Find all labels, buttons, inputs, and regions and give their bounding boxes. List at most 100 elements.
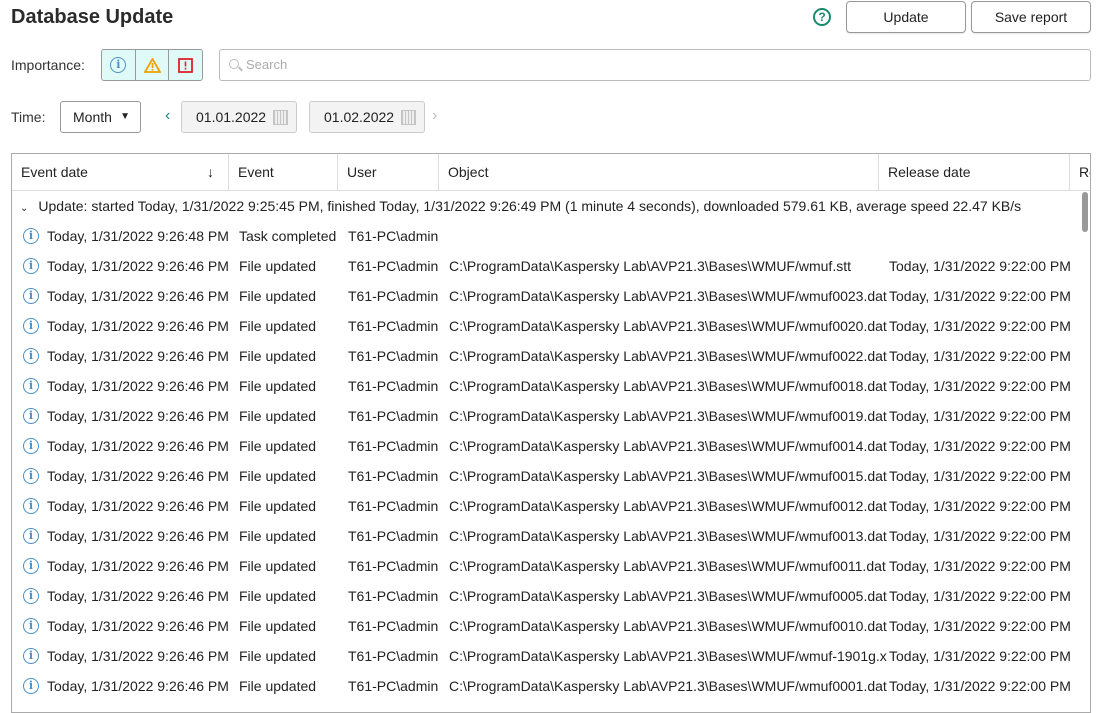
page-title: Database Update: [11, 6, 174, 28]
cell-event: File updated: [239, 318, 317, 334]
info-icon: i: [23, 258, 39, 274]
column-user[interactable]: User: [338, 154, 439, 190]
help-icon[interactable]: ?: [813, 8, 831, 26]
column-object[interactable]: Object: [439, 154, 879, 190]
cell-release-date: Today, 1/31/2022 9:22:00 PM: [889, 468, 1071, 484]
calendar-icon[interactable]: [401, 110, 416, 125]
table-row[interactable]: i Today, 1/31/2022 9:26:46 PM File updated…: [12, 431, 1082, 461]
search-input[interactable]: Search: [219, 49, 1091, 81]
cell-event: File updated: [239, 528, 317, 544]
cell-object: C:\ProgramData\Kaspersky Lab\AVP21.3\Bas…: [449, 528, 887, 544]
cell-event-date: Today, 1/31/2022 9:26:46 PM: [47, 678, 229, 694]
info-icon: i: [23, 318, 39, 334]
info-icon: i: [110, 57, 127, 73]
cell-user: T61-PC\admin: [348, 558, 439, 574]
table-row[interactable]: i Today, 1/31/2022 9:26:46 PM File updated…: [12, 491, 1082, 521]
table-row[interactable]: i Today, 1/31/2022 9:26:46 PM File updated…: [12, 611, 1082, 641]
column-label: Event date: [21, 164, 88, 180]
error-filter-toggle[interactable]: [169, 50, 202, 80]
cell-object: C:\ProgramData\Kaspersky Lab\AVP21.3\Bas…: [449, 378, 887, 394]
info-icon: i: [23, 468, 39, 484]
table-row[interactable]: i Today, 1/31/2022 9:26:46 PM File updated…: [12, 281, 1082, 311]
info-icon: i: [23, 678, 39, 694]
warning-filter-toggle[interactable]: [136, 50, 170, 80]
chevron-down-icon[interactable]: ⌄: [20, 203, 28, 214]
cell-release-date: Today, 1/31/2022 9:22:00 PM: [889, 648, 1071, 664]
table-row[interactable]: i Today, 1/31/2022 9:26:46 PM File updated…: [12, 521, 1082, 551]
cell-object: C:\ProgramData\Kaspersky Lab\AVP21.3\Bas…: [449, 648, 887, 664]
cell-release-date: Today, 1/31/2022 9:22:00 PM: [889, 378, 1071, 394]
cell-user: T61-PC\admin: [348, 678, 439, 694]
cell-user: T61-PC\admin: [348, 408, 439, 424]
error-icon: [178, 57, 194, 73]
table-row[interactable]: i Today, 1/31/2022 9:26:46 PM File updated…: [12, 401, 1082, 431]
cell-user: T61-PC\admin: [348, 258, 439, 274]
cell-event-date: Today, 1/31/2022 9:26:46 PM: [47, 288, 229, 304]
table-row[interactable]: i Today, 1/31/2022 9:26:46 PM File updated…: [12, 671, 1082, 701]
date-from-field[interactable]: 01.01.2022: [181, 101, 297, 133]
column-truncated[interactable]: Re: [1070, 154, 1090, 190]
cell-event: File updated: [239, 678, 317, 694]
info-icon: i: [23, 408, 39, 424]
table-row[interactable]: i Today, 1/31/2022 9:26:46 PM File updated…: [12, 371, 1082, 401]
cell-event-date: Today, 1/31/2022 9:26:46 PM: [47, 378, 229, 394]
cell-object: C:\ProgramData\Kaspersky Lab\AVP21.3\Bas…: [449, 678, 887, 694]
cell-release-date: Today, 1/31/2022 9:22:00 PM: [889, 318, 1071, 334]
cell-release-date: Today, 1/31/2022 9:22:00 PM: [889, 288, 1071, 304]
table-body: i Today, 1/31/2022 9:26:48 PM Task complet…: [12, 221, 1082, 701]
cell-object: C:\ProgramData\Kaspersky Lab\AVP21.3\Bas…: [449, 408, 887, 424]
table-row[interactable]: i Today, 1/31/2022 9:26:46 PM File updated…: [12, 641, 1082, 671]
cell-object: C:\ProgramData\Kaspersky Lab\AVP21.3\Bas…: [449, 498, 887, 514]
info-icon: i: [23, 498, 39, 514]
cell-event: File updated: [239, 648, 317, 664]
table-row[interactable]: i Today, 1/31/2022 9:26:46 PM File updated…: [12, 311, 1082, 341]
cell-object: C:\ProgramData\Kaspersky Lab\AVP21.3\Bas…: [449, 468, 887, 484]
save-report-button[interactable]: Save report: [971, 1, 1091, 33]
date-to-field[interactable]: 01.02.2022: [309, 101, 425, 133]
table-header: Event date ↓ Event User Object Release da…: [12, 154, 1090, 191]
table-row[interactable]: i Today, 1/31/2022 9:26:46 PM File updated…: [12, 251, 1082, 281]
cell-user: T61-PC\admin: [348, 228, 439, 244]
cell-event: File updated: [239, 468, 317, 484]
table-row[interactable]: i Today, 1/31/2022 9:26:46 PM File updated…: [12, 341, 1082, 371]
table-row[interactable]: i Today, 1/31/2022 9:26:48 PM Task complet…: [12, 221, 1082, 251]
cell-event: File updated: [239, 438, 317, 454]
search-icon: [229, 59, 239, 69]
events-table: Event date ↓ Event User Object Release da…: [11, 153, 1091, 713]
cell-user: T61-PC\admin: [348, 648, 439, 664]
column-event-date[interactable]: Event date ↓: [12, 154, 229, 190]
table-row[interactable]: i Today, 1/31/2022 9:26:46 PM File updated…: [12, 461, 1082, 491]
cell-event: Task completed: [239, 228, 337, 244]
update-group-row[interactable]: ⌄ Update: started Today, 1/31/2022 9:25:4…: [20, 198, 1021, 214]
info-icon: i: [23, 588, 39, 604]
update-button[interactable]: Update: [846, 1, 966, 33]
cell-object: C:\ProgramData\Kaspersky Lab\AVP21.3\Bas…: [449, 588, 887, 604]
group-summary: Update: started Today, 1/31/2022 9:25:45…: [38, 198, 1022, 214]
cell-event: File updated: [239, 348, 317, 364]
search-placeholder: Search: [246, 57, 288, 72]
calendar-icon[interactable]: [273, 110, 288, 125]
info-filter-toggle[interactable]: i: [102, 50, 136, 80]
cell-event-date: Today, 1/31/2022 9:26:46 PM: [47, 498, 229, 514]
cell-event-date: Today, 1/31/2022 9:26:46 PM: [47, 408, 229, 424]
date-to-value: 01.02.2022: [324, 109, 395, 125]
importance-filter: i: [101, 49, 203, 81]
cell-user: T61-PC\admin: [348, 438, 439, 454]
column-release-date[interactable]: Release date: [879, 154, 1070, 190]
cell-object: C:\ProgramData\Kaspersky Lab\AVP21.3\Bas…: [449, 558, 886, 574]
period-select[interactable]: Month ▼: [60, 101, 141, 133]
cell-release-date: Today, 1/31/2022 9:22:00 PM: [889, 408, 1071, 424]
table-row[interactable]: i Today, 1/31/2022 9:26:46 PM File updated…: [12, 551, 1082, 581]
time-label: Time:: [11, 109, 46, 125]
cell-release-date: Today, 1/31/2022 9:22:00 PM: [889, 678, 1071, 694]
cell-object: C:\ProgramData\Kaspersky Lab\AVP21.3\Bas…: [449, 318, 887, 334]
cell-user: T61-PC\admin: [348, 468, 439, 484]
column-event[interactable]: Event: [229, 154, 338, 190]
cell-event: File updated: [239, 618, 317, 634]
previous-period-button[interactable]: ‹: [165, 107, 170, 125]
next-period-button[interactable]: ›: [432, 107, 437, 125]
table-row[interactable]: i Today, 1/31/2022 9:26:46 PM File updated…: [12, 581, 1082, 611]
cell-event-date: Today, 1/31/2022 9:26:46 PM: [47, 588, 229, 604]
chevron-down-icon: ▼: [120, 111, 130, 122]
scrollbar[interactable]: [1082, 192, 1088, 232]
